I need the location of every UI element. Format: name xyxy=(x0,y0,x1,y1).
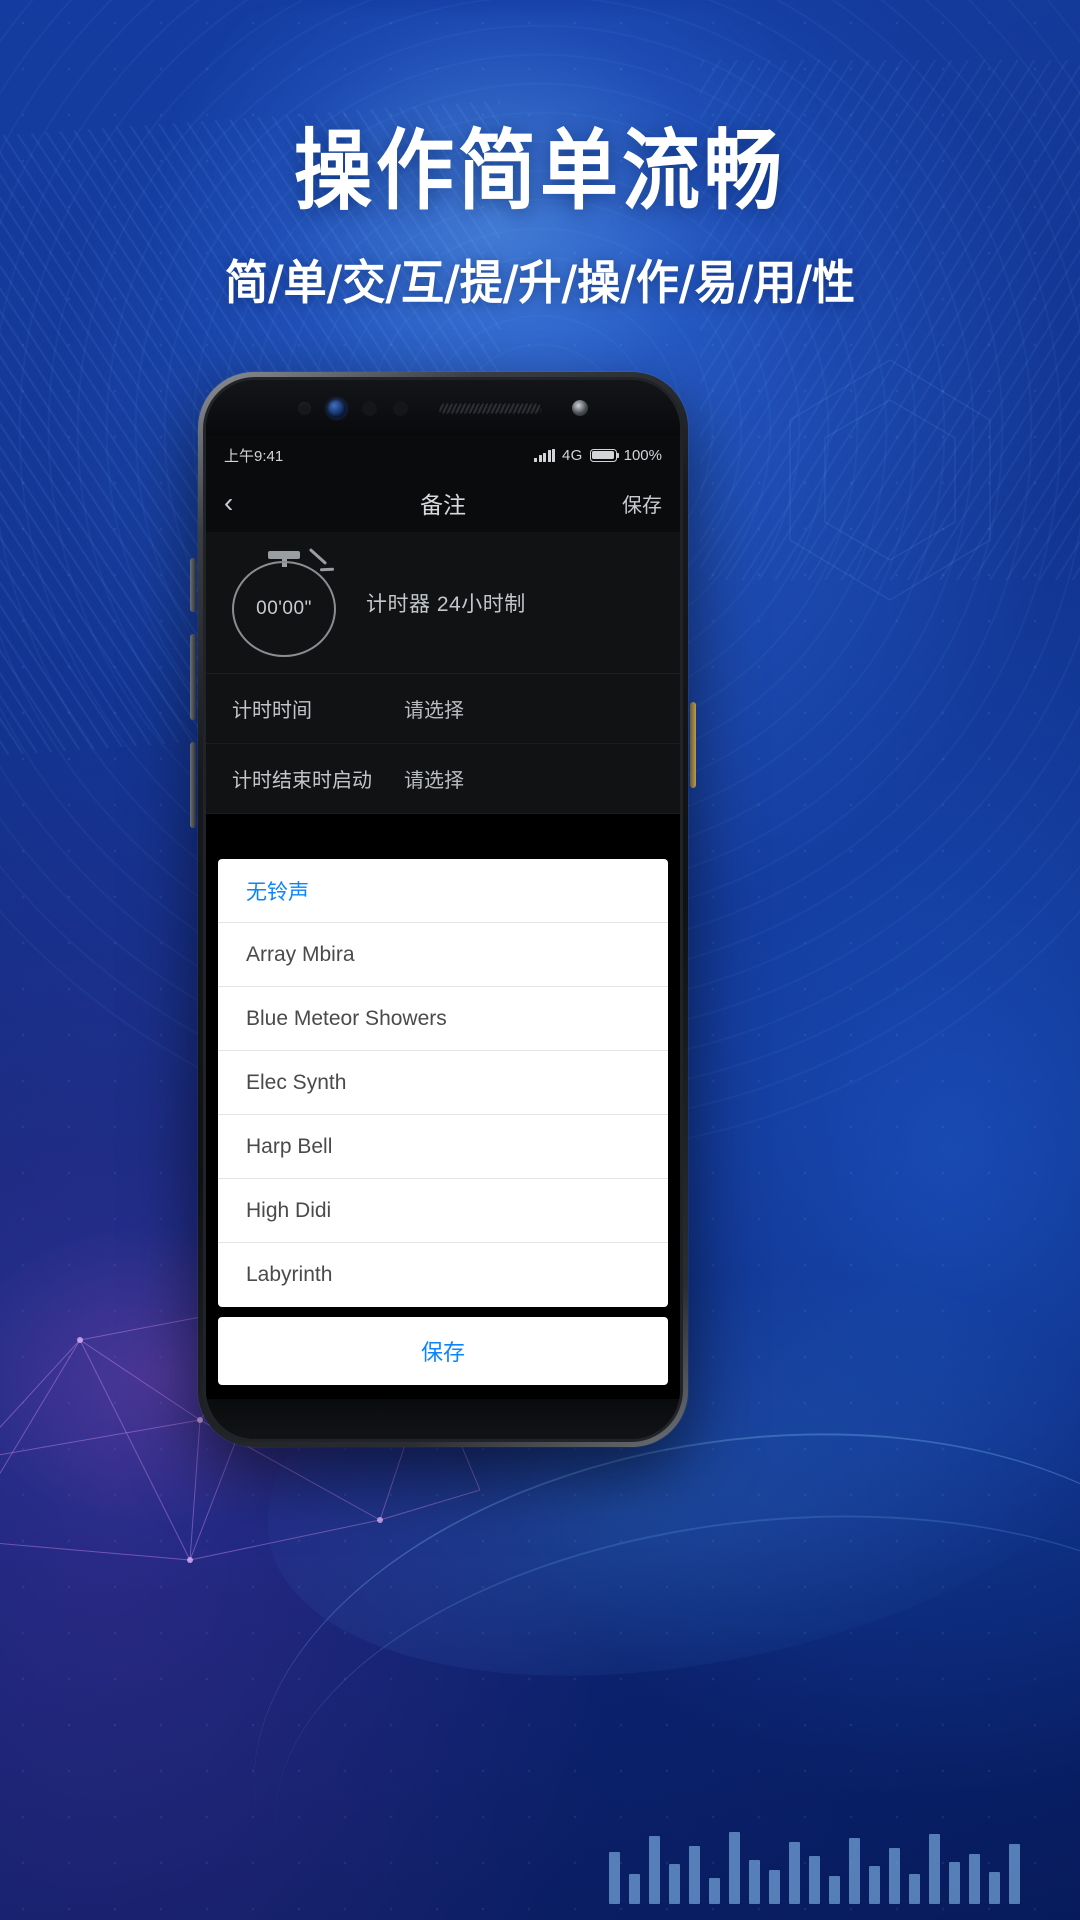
app-navigation-bar: ‹ 备注 保存 xyxy=(206,474,680,532)
list-item[interactable]: Harp Bell xyxy=(218,1115,668,1179)
stopwatch-icon: 00'00" xyxy=(232,547,336,657)
network-type-label: 4G xyxy=(562,446,583,464)
page-subtitle: 简/单/交/互/提/升/操/作/易/用/性 xyxy=(224,256,856,312)
list-item[interactable]: Elec Synth xyxy=(218,1051,668,1115)
battery-icon xyxy=(589,448,620,462)
phone-button-bixby[interactable] xyxy=(190,558,196,612)
setting-row-timer-duration[interactable]: 计时时间 请选择 xyxy=(206,674,680,744)
poster-headings: 操作简单流畅 简/单/交/互/提/升/操/作/易/用/性 xyxy=(0,125,1080,312)
list-item[interactable]: High Didi xyxy=(218,1179,668,1243)
save-button-navbar[interactable]: 保存 xyxy=(602,489,662,518)
list-item[interactable]: 无铃声 xyxy=(218,859,668,923)
back-chevron-icon[interactable]: ‹ xyxy=(224,489,284,517)
list-item[interactable]: Array Mbira xyxy=(218,923,668,987)
phone-button-volume-up[interactable] xyxy=(190,634,196,720)
status-bar: 上午9:41 4G 100% xyxy=(206,436,680,474)
timer-display: 00'00" xyxy=(232,560,336,657)
background-hex-decoration xyxy=(789,359,991,601)
signal-strength-icon xyxy=(534,448,555,462)
page-title: 操作简单流畅 xyxy=(293,121,786,223)
phone-mockup: 上午9:41 4G 100% ‹ 备注 保存 00'00" 计时器 24小时制 … xyxy=(190,372,696,1447)
ringtone-picker-sheet: 无铃声 Array Mbira Blue Meteor Showers Elec… xyxy=(206,859,680,1399)
phone-body: 上午9:41 4G 100% ‹ 备注 保存 00'00" 计时器 24小时制 … xyxy=(203,377,683,1442)
setting-label: 计时时间 xyxy=(232,700,312,722)
screen-title: 备注 xyxy=(420,492,466,518)
front-camera-icon xyxy=(327,398,346,418)
phone-bottom-bezel xyxy=(206,1399,680,1439)
timer-mode-label: 计时器 24小时制 xyxy=(366,592,526,616)
phone-button-power[interactable] xyxy=(690,702,696,788)
iris-sensor-icon xyxy=(362,400,377,416)
setting-value: 请选择 xyxy=(404,770,464,792)
phone-top-bezel xyxy=(206,380,680,436)
sheet-save-button[interactable]: 保存 xyxy=(218,1317,668,1385)
timer-card[interactable]: 00'00" 计时器 24小时制 xyxy=(206,532,680,674)
list-item[interactable]: Labyrinth xyxy=(218,1243,668,1307)
background-equalizer-bars xyxy=(0,1800,1080,1920)
status-bar-time: 上午9:41 xyxy=(224,447,284,465)
phone-button-volume-down[interactable] xyxy=(190,742,196,828)
ringtone-list: 无铃声 Array Mbira Blue Meteor Showers Elec… xyxy=(218,859,668,1307)
ir-led-icon xyxy=(572,400,588,416)
setting-label: 计时结束时启动 xyxy=(232,770,372,792)
setting-row-on-finish-action[interactable]: 计时结束时启动 请选择 xyxy=(206,744,680,814)
proximity-sensor-icon xyxy=(298,401,311,415)
list-item[interactable]: Blue Meteor Showers xyxy=(218,987,668,1051)
battery-percent-label: 100% xyxy=(623,446,662,464)
earpiece-speaker-icon xyxy=(438,402,542,414)
setting-value: 请选择 xyxy=(404,700,464,722)
light-sensor-icon xyxy=(393,400,408,416)
phone-screen: 上午9:41 4G 100% ‹ 备注 保存 00'00" 计时器 24小时制 … xyxy=(206,436,680,1399)
status-bar-indicators: 4G 100% xyxy=(534,447,662,464)
